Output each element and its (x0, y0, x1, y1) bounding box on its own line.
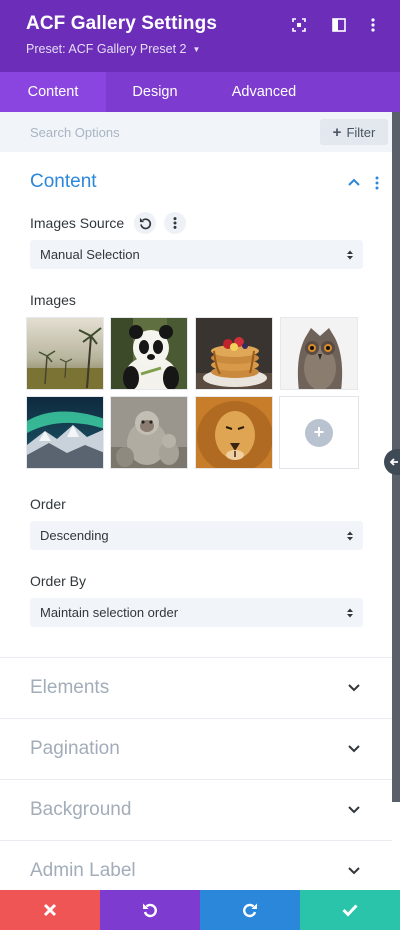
order-select[interactable]: Descending (30, 521, 363, 550)
section-title-background[interactable]: Background (30, 799, 131, 821)
close-icon (43, 903, 57, 917)
section-divider (0, 840, 392, 841)
select-arrows-icon (347, 250, 353, 260)
undo-icon (143, 903, 157, 918)
chevron-up-icon[interactable] (347, 177, 361, 187)
select-arrows-icon (347, 608, 353, 618)
cancel-button[interactable] (0, 890, 100, 930)
search-input[interactable] (16, 120, 306, 144)
chevron-down-icon[interactable] (346, 680, 362, 696)
select-arrows-icon (347, 531, 353, 541)
gallery-thumbnail[interactable] (280, 317, 358, 390)
image-gallery: + (26, 317, 360, 469)
save-button[interactable] (300, 890, 400, 930)
section-title-admin-label[interactable]: Admin Label (30, 860, 136, 882)
section-more-icon[interactable] (374, 176, 380, 190)
tab-design[interactable]: Design (106, 72, 204, 112)
section-divider (0, 657, 392, 658)
more-options-icon[interactable] (362, 14, 384, 36)
reset-icon[interactable] (134, 212, 156, 234)
images-source-value: Manual Selection (40, 247, 140, 262)
redo-icon (243, 903, 257, 918)
order-value: Descending (40, 528, 109, 543)
redo-button[interactable] (200, 890, 300, 930)
add-image-button[interactable]: + (279, 396, 359, 469)
section-divider (0, 718, 392, 719)
chevron-down-icon[interactable] (346, 741, 362, 757)
split-view-icon[interactable] (328, 14, 350, 36)
order-by-select[interactable]: Maintain selection order (30, 598, 363, 627)
modal-title: ACF Gallery Settings (26, 13, 217, 34)
images-source-select[interactable]: Manual Selection (30, 240, 363, 269)
section-title-content[interactable]: Content (30, 171, 97, 193)
preset-selector[interactable]: Preset: ACF Gallery Preset 2 ▼ (26, 42, 200, 56)
check-icon (342, 904, 358, 917)
modal-header: ACF Gallery Settings Preset: ACF Gallery… (0, 0, 400, 72)
section-divider (0, 779, 392, 780)
caret-down-icon: ▼ (192, 44, 201, 54)
focus-icon[interactable] (288, 14, 310, 36)
gallery-thumbnail[interactable] (26, 396, 104, 469)
option-more-icon[interactable] (164, 212, 186, 234)
gallery-thumbnail[interactable] (26, 317, 104, 390)
plus-icon: + (305, 418, 333, 447)
images-label: Images (30, 292, 76, 308)
undo-button[interactable] (100, 890, 200, 930)
preset-label: Preset: ACF Gallery Preset 2 (26, 42, 187, 56)
section-title-pagination[interactable]: Pagination (30, 738, 120, 760)
tab-bar: Content Design Advanced (0, 72, 400, 112)
arrow-left-icon (389, 458, 398, 466)
filter-label: Filter (346, 124, 376, 140)
action-bar (0, 890, 400, 930)
gallery-thumbnail[interactable] (110, 396, 188, 469)
gallery-thumbnail[interactable] (195, 396, 273, 469)
resize-handle[interactable] (384, 449, 400, 475)
tab-advanced[interactable]: Advanced (204, 72, 324, 112)
chevron-down-icon[interactable] (346, 802, 362, 818)
filter-button[interactable]: + Filter (320, 119, 388, 145)
search-bar: + Filter (0, 112, 392, 152)
section-title-elements[interactable]: Elements (30, 677, 109, 699)
gallery-thumbnail[interactable] (195, 317, 273, 390)
chevron-down-icon[interactable] (346, 863, 362, 879)
gallery-thumbnail[interactable] (110, 317, 188, 390)
order-by-label: Order By (30, 573, 87, 589)
order-label: Order (30, 496, 66, 512)
plus-icon: + (332, 123, 342, 141)
order-by-value: Maintain selection order (40, 605, 179, 620)
tab-content[interactable]: Content (0, 72, 106, 112)
images-source-label: Images Source (30, 215, 125, 231)
